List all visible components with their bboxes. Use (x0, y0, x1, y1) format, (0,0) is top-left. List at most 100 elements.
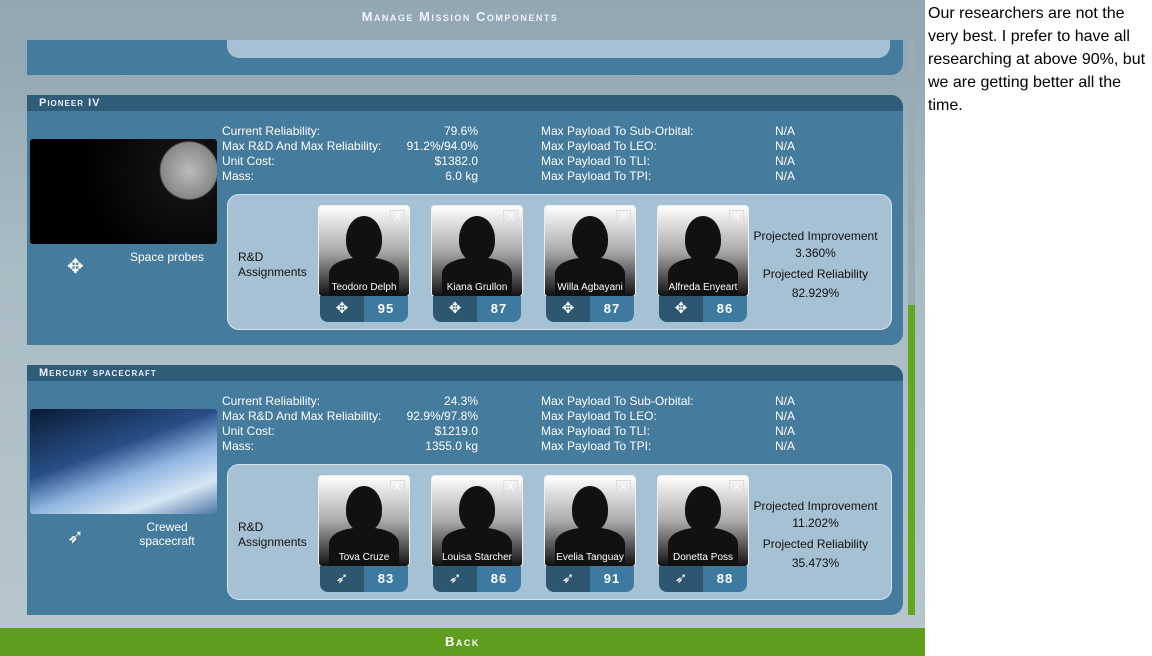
stat-label: Current Reliability: (222, 124, 321, 138)
stat-value: 24.3% (443, 394, 478, 408)
remove-researcher-button[interactable]: X (729, 210, 744, 225)
remove-researcher-button[interactable]: X (390, 480, 405, 495)
researcher-portrait: X Alfreda Enyeart (657, 205, 749, 297)
researcher-skill: 86 (477, 566, 521, 592)
stat-value: 92.9%/97.8% (406, 409, 478, 423)
researcher-card[interactable]: X Tova Cruze ➶ 83 (318, 475, 410, 595)
component-image (30, 409, 217, 514)
researcher-portrait: X Louisa Starcher (431, 475, 523, 567)
back-button[interactable]: Back (0, 628, 925, 656)
rd-assignments-box: R&D Assignments X Teodoro Delph ✥ 95 X Ki… (227, 194, 892, 330)
researcher-name: Kiana Grullon (446, 282, 508, 293)
projected-reliability-value: 82.929% (791, 286, 840, 300)
payload-value: N/A (775, 139, 796, 153)
payload-value: N/A (775, 424, 796, 438)
payload-value: N/A (775, 154, 796, 168)
researcher-name: Tova Cruze (338, 552, 390, 563)
projected-improvement-label: Projected Improvement (753, 229, 878, 243)
payload-value: N/A (775, 169, 796, 183)
projected-reliability-label: Projected Reliability (762, 537, 869, 551)
researcher-card[interactable]: X Teodoro Delph ✥ 95 (318, 205, 410, 325)
researcher-portrait: X Evelia Tanguay (544, 475, 636, 567)
stat-value: $1219.0 (434, 424, 478, 438)
caption-note: Our researchers are not the very best. I… (928, 5, 1146, 114)
researcher-skill: 87 (590, 296, 634, 322)
component-panel: Pioneer IV ✥ Space probes Current Reliabil… (27, 95, 903, 345)
stat-label: Unit Cost: (222, 154, 275, 168)
researcher-portrait: X Tova Cruze (318, 475, 410, 567)
capsule-icon: ➶ (320, 566, 364, 592)
researcher-name: Alfreda Enyeart (668, 282, 738, 293)
researcher-name: Louisa Starcher (441, 552, 513, 563)
researcher-portrait: X Kiana Grullon (431, 205, 523, 297)
payload-label: Max Payload To Sub-Orbital: (541, 394, 694, 408)
stat-value: 91.2%/94.0% (406, 139, 478, 153)
researcher-card[interactable]: X Alfreda Enyeart ✥ 86 (657, 205, 749, 325)
capsule-icon: ➶ (659, 566, 703, 592)
remove-researcher-button[interactable]: X (616, 480, 631, 495)
researcher-portrait: X Teodoro Delph (318, 205, 410, 297)
category-label: Crewed spacecraft (139, 520, 195, 548)
capsule-icon: ➶ (433, 566, 477, 592)
researcher-name: Teodoro Delph (331, 282, 397, 293)
satellite-icon: ✥ (433, 296, 477, 322)
researcher-card[interactable]: X Louisa Starcher ➶ 86 (431, 475, 523, 595)
remove-researcher-button[interactable]: X (616, 210, 631, 225)
researcher-skill: 87 (477, 296, 521, 322)
payload-value: N/A (775, 409, 796, 423)
researcher-skill: 88 (703, 566, 747, 592)
component-panel: Mercury spacecraft ➶ Crewed spacecraft Cur… (27, 365, 903, 615)
satellite-icon: ✥ (546, 296, 590, 322)
payload-label: Max Payload To LEO: (541, 409, 657, 423)
stat-label: Mass: (222, 169, 255, 183)
projected-reliability-value: 35.473% (791, 556, 840, 570)
payload-label: Max Payload To LEO: (541, 139, 657, 153)
stat-value: 1355.0 kg (425, 439, 478, 453)
researcher-card[interactable]: X Willa Agbayani ✥ 87 (544, 205, 636, 325)
researcher-card[interactable]: X Kiana Grullon ✥ 87 (431, 205, 523, 325)
stat-value: 79.6% (443, 124, 478, 138)
payload-label: Max Payload To TPI: (541, 169, 652, 183)
page-title: Manage Mission Components (361, 9, 559, 24)
stat-label: Max R&D And Max Reliability: (222, 139, 382, 153)
payload-label: Max Payload To Sub-Orbital: (541, 124, 694, 138)
satellite-icon: ✥ (320, 296, 364, 322)
researcher-skill: 86 (703, 296, 747, 322)
previous-rd-box (227, 40, 890, 58)
payload-value: N/A (775, 439, 796, 453)
remove-researcher-button[interactable]: X (503, 480, 518, 495)
stat-label: Current Reliability: (222, 394, 321, 408)
stat-value: $1382.0 (434, 154, 478, 168)
scrollbar-thumb[interactable] (908, 305, 915, 615)
researcher-skill: 95 (364, 296, 408, 322)
capsule-icon: ➶ (546, 566, 590, 592)
stat-label: Max R&D And Max Reliability: (222, 409, 382, 423)
researcher-card[interactable]: X Evelia Tanguay ➶ 91 (544, 475, 636, 595)
researcher-skill: 91 (590, 566, 634, 592)
component-name: Pioneer IV (27, 95, 903, 111)
remove-researcher-button[interactable]: X (729, 480, 744, 495)
remove-researcher-button[interactable]: X (390, 210, 405, 225)
projected-reliability-label: Projected Reliability (762, 267, 869, 281)
projected-improvement-value: 3.360% (795, 246, 836, 260)
researcher-name: Donetta Poss (672, 552, 734, 563)
payload-value: N/A (775, 394, 796, 408)
stat-value: 6.0 kg (445, 169, 478, 183)
projected-improvement-value: 11.202% (792, 516, 839, 530)
payload-value: N/A (775, 124, 796, 138)
game-window: Manage Mission Components Pioneer IV ✥ Sp… (0, 0, 925, 656)
researcher-card[interactable]: X Donetta Poss ➶ 88 (657, 475, 749, 595)
satellite-icon: ✥ (659, 296, 703, 322)
remove-researcher-button[interactable]: X (503, 210, 518, 225)
rd-label: R&D Assignments (238, 520, 307, 549)
researcher-name: Evelia Tanguay (556, 552, 624, 563)
researcher-portrait: X Donetta Poss (657, 475, 749, 567)
rd-label: R&D Assignments (238, 250, 307, 279)
payload-label: Max Payload To TPI: (541, 439, 652, 453)
component-name: Mercury spacecraft (27, 365, 903, 381)
category-label: Space probes (129, 250, 205, 264)
researcher-portrait: X Willa Agbayani (544, 205, 636, 297)
projected-improvement-label: Projected Improvement (753, 499, 878, 513)
payload-label: Max Payload To TLI: (541, 424, 650, 438)
researcher-name: Willa Agbayani (557, 282, 623, 293)
